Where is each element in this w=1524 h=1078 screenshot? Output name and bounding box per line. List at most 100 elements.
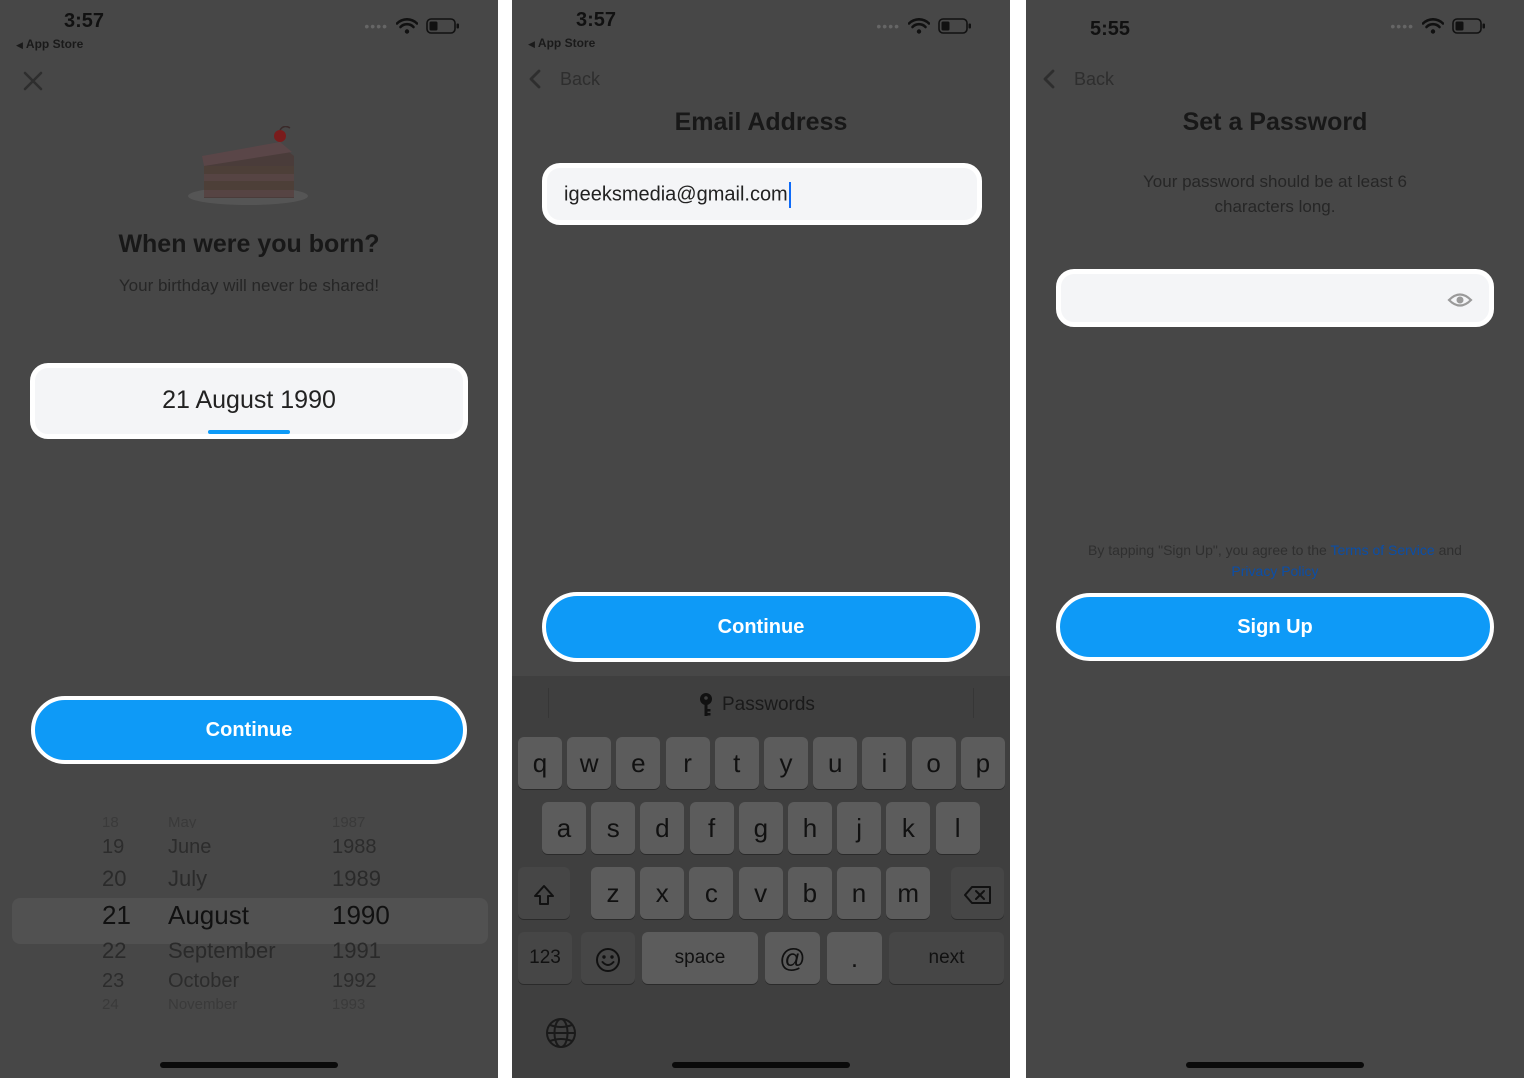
birthday-field-focus-underline xyxy=(208,430,290,434)
screen-email: 3:57 ◀ App Store •••• Back Email Address … xyxy=(512,0,1010,1078)
key-c[interactable]: c xyxy=(689,867,734,919)
key-z[interactable]: z xyxy=(591,867,635,919)
eye-icon[interactable] xyxy=(1447,291,1473,309)
terms-link[interactable]: Terms of Service xyxy=(1330,542,1434,558)
wifi-icon xyxy=(908,18,930,34)
picker-year: 1993 xyxy=(332,996,366,1010)
picker-row[interactable]: 24 November 1993 xyxy=(0,996,498,1010)
sign-up-button[interactable]: Sign Up xyxy=(1056,593,1494,661)
signal-icon: •••• xyxy=(876,18,900,34)
continue-button[interactable]: Continue xyxy=(542,592,980,662)
key-i[interactable]: i xyxy=(862,737,907,789)
status-time: 3:57 xyxy=(576,9,617,31)
key-h[interactable]: h xyxy=(788,802,832,854)
picker-year: 1989 xyxy=(332,866,381,891)
home-indicator[interactable] xyxy=(672,1062,850,1068)
back-app-label: App Store xyxy=(537,36,596,50)
birthday-value: 21 August 1990 xyxy=(162,386,336,414)
picker-month: July xyxy=(168,866,208,891)
back-button[interactable]: Back xyxy=(528,68,600,90)
key-x[interactable]: x xyxy=(640,867,685,919)
back-app-label: App Store xyxy=(25,37,84,51)
passwords-button[interactable]: Passwords xyxy=(698,692,815,718)
status-time: 3:57 xyxy=(64,10,105,32)
password-field[interactable] xyxy=(1056,269,1494,327)
key-r[interactable]: r xyxy=(665,737,710,789)
key-u[interactable]: u xyxy=(813,737,858,789)
picker-row[interactable]: 18 May 1987 xyxy=(0,814,498,828)
back-triangle-icon: ◀ xyxy=(528,39,535,49)
key-q[interactable]: q xyxy=(518,737,562,789)
key-s[interactable]: s xyxy=(591,802,636,854)
signal-icon: •••• xyxy=(364,18,388,34)
battery-icon xyxy=(938,18,971,34)
page-title: Email Address xyxy=(674,108,848,136)
passwords-label: Passwords xyxy=(722,694,815,715)
back-triangle-icon: ◀ xyxy=(16,40,23,50)
backspace-icon xyxy=(963,886,991,905)
close-icon[interactable] xyxy=(22,70,44,92)
key-g[interactable]: g xyxy=(738,802,783,854)
dot-key[interactable]: . xyxy=(827,932,882,984)
picker-year: 1991 xyxy=(332,938,381,963)
wifi-icon xyxy=(396,18,418,34)
screen-birthday: 3:57 ◀ App Store •••• When were you born?… xyxy=(0,0,498,1078)
key-m[interactable]: m xyxy=(886,867,931,919)
key-n[interactable]: n xyxy=(837,867,881,919)
picker-day: 18 xyxy=(102,814,119,828)
bar-divider xyxy=(973,688,974,718)
picker-year: 1990 xyxy=(332,900,390,930)
shift-icon xyxy=(534,885,554,906)
key-v[interactable]: v xyxy=(738,867,783,919)
picker-day: 20 xyxy=(102,866,127,891)
numbers-key[interactable]: 123 xyxy=(518,932,572,984)
key-w[interactable]: w xyxy=(567,737,612,789)
key-l[interactable]: l xyxy=(935,802,980,854)
key-b[interactable]: b xyxy=(787,867,832,919)
legal-prefix: By tapping "Sign Up", you agree to the xyxy=(1088,542,1331,558)
status-time: 5:55 xyxy=(1090,18,1131,40)
legal-and: and xyxy=(1434,542,1462,558)
key-e[interactable]: e xyxy=(616,737,661,789)
key-p[interactable]: p xyxy=(960,737,1005,789)
key-t[interactable]: t xyxy=(714,737,759,789)
status-icons: •••• xyxy=(876,18,972,34)
key-a[interactable]: a xyxy=(542,802,586,854)
picker-day: 21 xyxy=(102,900,131,930)
privacy-link[interactable]: Privacy Policy xyxy=(1231,563,1318,579)
shift-key[interactable] xyxy=(518,867,570,919)
emoji-key[interactable] xyxy=(581,932,635,984)
space-key[interactable]: space xyxy=(642,932,758,984)
next-key[interactable]: next xyxy=(889,932,1004,984)
home-indicator[interactable] xyxy=(1186,1062,1364,1068)
page-subtitle-line-2: characters long. xyxy=(1214,197,1336,216)
at-key[interactable]: @ xyxy=(765,932,820,984)
key-j[interactable]: j xyxy=(837,802,882,854)
text-caret xyxy=(788,182,791,208)
backspace-key[interactable] xyxy=(951,867,1004,919)
key-f[interactable]: f xyxy=(689,802,734,854)
home-indicator[interactable] xyxy=(160,1062,338,1068)
birthday-field[interactable]: 21 August 1990 xyxy=(30,363,468,439)
bar-divider xyxy=(548,688,549,718)
key-icon xyxy=(700,693,712,716)
back-to-app-store[interactable]: ◀ App Store xyxy=(16,37,83,51)
back-label: Back xyxy=(1074,68,1115,89)
key-d[interactable]: d xyxy=(640,802,685,854)
continue-button[interactable]: Continue xyxy=(31,696,467,764)
picker-month: October xyxy=(168,970,240,992)
key-o[interactable]: o xyxy=(911,737,956,789)
back-button[interactable]: Back xyxy=(1042,68,1114,90)
key-k[interactable]: k xyxy=(886,802,931,854)
picker-month: September xyxy=(168,938,276,963)
key-y[interactable]: y xyxy=(764,737,808,789)
page-title: When were you born? xyxy=(118,230,380,258)
back-to-app-store[interactable]: ◀ App Store xyxy=(528,36,595,50)
date-picker[interactable]: 18 May 1987 19 June 1988 20 July 1989 21 August… xyxy=(0,812,498,1012)
email-field[interactable]: igeeksmedia@gmail.com xyxy=(542,163,982,225)
picker-day: 24 xyxy=(102,996,119,1010)
picker-month: August xyxy=(168,900,249,930)
page-subtitle-line-1: Your password should be at least 6 xyxy=(1143,172,1407,191)
chevron-left-icon xyxy=(529,69,541,89)
globe-icon[interactable] xyxy=(544,1016,578,1050)
